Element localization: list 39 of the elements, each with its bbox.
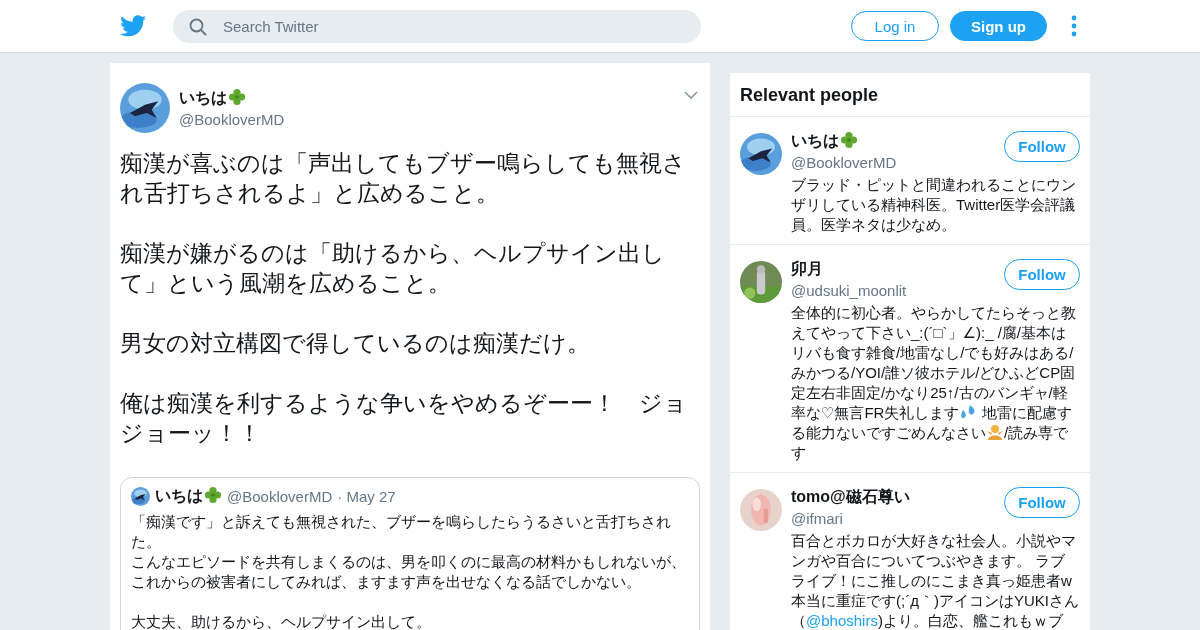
user-handle: @ifmari [791,510,844,527]
clover-icon [840,131,858,149]
user-handle: @udsuki_moonlit [791,282,908,299]
user-handle: @BookloverMD [179,111,286,128]
user-name: いちは [179,88,675,109]
follow-button[interactable]: Follow [1004,487,1080,518]
tweet-date: · May 27 [337,488,396,505]
person-icon [986,423,1004,441]
quoted-tweet[interactable]: いちは @BookloverMD · May 27 「痴漢です」と訴えても無視された、ブザーを鳴らしたらうるさいと舌打ちされた。 こんなエピソードを共有しまくるのは、男を叩くのに最高の材料かもしれないが、 これからの被害者にしてみれば、ますます声を出せなくなる話でしかない。 大丈夫、助けるから、ヘルプサイン出して。 [120,477,700,630]
panel-title: Relevant people [730,73,1090,117]
clover-icon [204,486,222,504]
quote-line: 大丈夫、助けるから、ヘルプサイン出して。 [131,613,432,630]
user-name: いちは [791,131,1004,152]
quote-line: これからの被害者にしてみれば、ますます声を出せなくなる話でしかない。 [131,573,642,592]
search-field[interactable]: Search Twitter [173,9,701,43]
user-bio: ブラッド・ピットと間違われることにウンザリしている精神科医。Twitter医学会評議員。医学ネタは少なめ。 [791,175,1077,235]
mention-link[interactable]: @bhoshirs [806,612,878,629]
user-handle: @BookloverMD [227,488,333,505]
follow-button[interactable]: Follow [1004,131,1080,162]
quote-line: こんなエピソードを共有しまくるのは、男を叩くのに最高の材料かもしれないが、 [131,553,687,572]
quote-line: 「痴漢です」と訴えても無視された、ブザーを鳴らしたらうるさいと舌打ちされた。 [131,513,672,552]
user-bio: 百合とボカロが大好きな社会人。小説やマンガや百合についてつぶやきます。 ラブライブ！にこ推しのにこまき真っ姫患者w本当に重症です(;´д｀)アイコンはYUKIさん（@bhoshirs)より。白恋、艦これもｗブ [791,531,1079,630]
bird-logo-icon[interactable] [120,15,146,37]
clover-icon [228,88,246,106]
tweet-paragraph: 痴漢が喜ぶのは「声出してもブザー鳴らしても無視され舌打ちされるよ」と広めること。 [120,150,687,208]
tweet-paragraph: 男女の対立構図で得しているのは痴漢だけ。 [120,330,591,358]
tweet-paragraph: 俺は痴漢を利するような争いをやめるぞーー！ ジョジョーッ！！ [120,390,688,448]
user-bio: 全体的に初心者。やらかしてたらそっと教えてやって下さい_:(´□`」∠):_ /腐/基本はリバも食す雑食/地雷なし/でも好みはある/みかつる/YOI/誰ソ彼ホテル/どひふどCP固定左右非固定/かなり25↑/古のバンギャ/軽率な♡無言FR失礼します 地雷に配慮する能力ないですごめんなさい /読み専です [791,303,1077,463]
user-name: 卯月 [791,259,824,279]
user-handle: @BookloverMD [791,154,898,171]
chevron-down-icon[interactable] [684,91,698,100]
follow-button[interactable]: Follow [1004,259,1080,290]
user-name: tomo@磁石尊い [791,487,911,507]
user-name: いちは [155,486,222,507]
sign-up-button[interactable]: Sign up [950,11,1047,41]
tweet-paragraph: 痴漢が嫌がるのは「助けるから、ヘルプサイン出して」という風潮を広めること。 [120,240,666,298]
log-in-button[interactable]: Log in [851,11,939,41]
more-icon[interactable] [1071,15,1077,37]
search-icon [189,17,207,36]
